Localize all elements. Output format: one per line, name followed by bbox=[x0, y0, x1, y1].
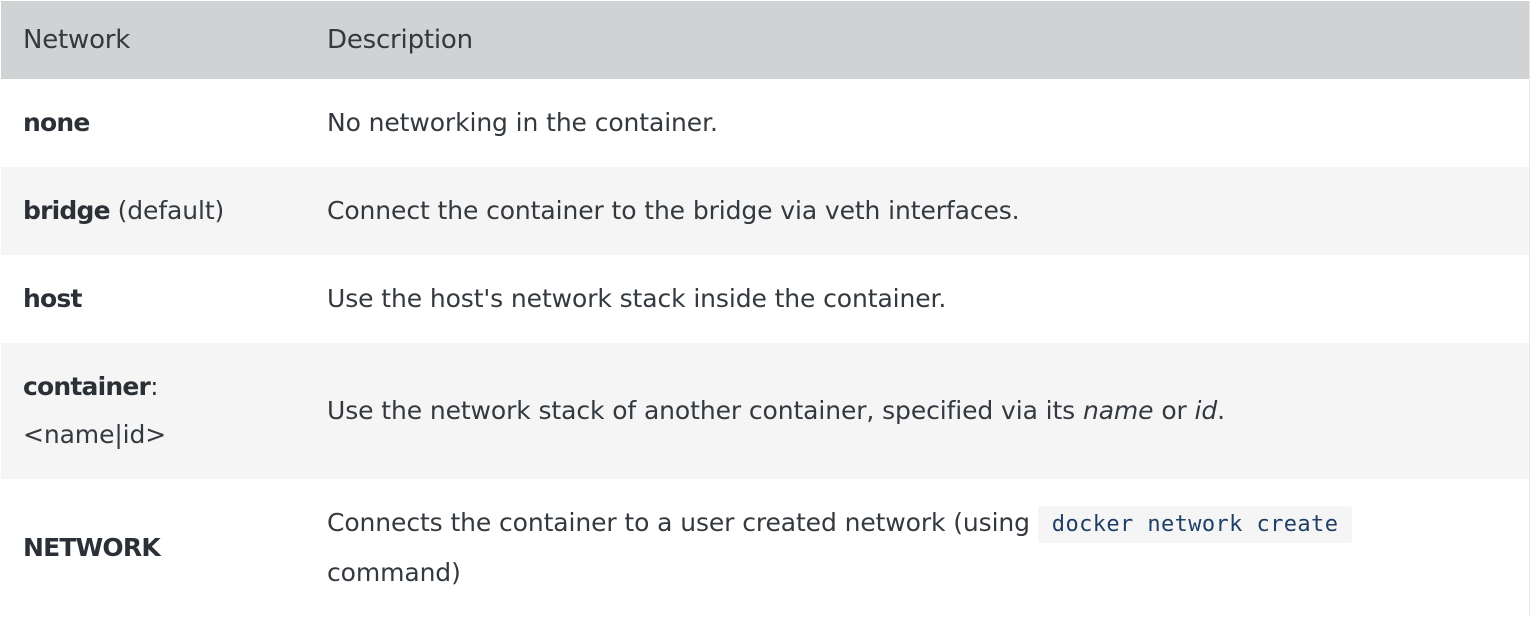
network-cell: bridge (default) bbox=[1, 167, 305, 255]
network-name: bridge bbox=[23, 196, 111, 225]
table-header: Network Description bbox=[1, 1, 1529, 79]
network-name-colon: : bbox=[150, 372, 159, 401]
description-cell: Use the network stack of another contain… bbox=[305, 343, 1529, 479]
network-name: container bbox=[23, 372, 151, 401]
network-name: none bbox=[23, 108, 90, 137]
network-cell: host bbox=[1, 255, 305, 343]
network-cell: NETWORK bbox=[1, 479, 305, 617]
column-header-description: Description bbox=[327, 25, 473, 55]
network-cell: container: <name|id> bbox=[1, 343, 305, 479]
table-body: none No networking in the container. bri… bbox=[1, 79, 1529, 617]
description-text: Use the network stack of another contain… bbox=[327, 396, 1083, 425]
network-name: NETWORK bbox=[23, 533, 161, 562]
inline-code-command: docker network create bbox=[1037, 506, 1353, 543]
description-cell: Connects the container to a user created… bbox=[305, 479, 1529, 617]
description-emphasis-id: id bbox=[1194, 396, 1218, 425]
network-cell: none bbox=[1, 79, 305, 167]
table-row-container: container: <name|id> Use the network sta… bbox=[1, 343, 1529, 479]
description-text: Connects the container to a user created… bbox=[327, 508, 1038, 537]
table-row-none: none No networking in the container. bbox=[1, 79, 1529, 167]
description-cell: Connect the container to the bridge via … bbox=[327, 196, 1020, 225]
network-options-table: Network Description none No networking i… bbox=[1, 1, 1529, 617]
description-cell: Use the host's network stack inside the … bbox=[327, 284, 947, 313]
network-name: host bbox=[23, 284, 82, 313]
network-default-note: (default) bbox=[117, 196, 225, 225]
network-name-argument: <name|id> bbox=[23, 420, 167, 449]
table-row-bridge: bridge (default) Connect the container t… bbox=[1, 167, 1529, 255]
table-row-host: host Use the host's network stack inside… bbox=[1, 255, 1529, 343]
table-row-network: NETWORK Connects the container to a user… bbox=[1, 479, 1529, 617]
description-cell: No networking in the container. bbox=[327, 108, 718, 137]
description-text: or bbox=[1153, 396, 1195, 425]
column-header-network: Network bbox=[23, 25, 131, 55]
table-header-row: Network Description bbox=[1, 1, 1529, 79]
network-table-container: Network Description none No networking i… bbox=[1, 1, 1530, 617]
description-text: command) bbox=[327, 558, 461, 587]
description-emphasis-name: name bbox=[1082, 396, 1154, 425]
description-text: . bbox=[1217, 396, 1226, 425]
